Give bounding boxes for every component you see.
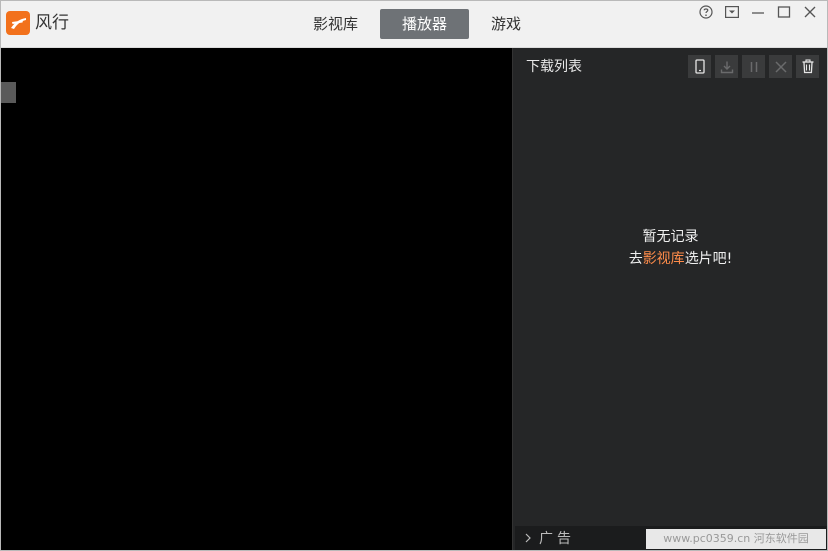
- download-button[interactable]: [715, 55, 738, 78]
- close-button[interactable]: [799, 3, 821, 21]
- menu-dropdown-icon: [725, 6, 739, 18]
- download-toolbar: [688, 55, 819, 78]
- download-list-title: 下载列表: [526, 59, 582, 75]
- minimize-button[interactable]: [747, 3, 769, 21]
- empty-state-line1: 暂无记录: [642, 229, 699, 245]
- chevron-right-icon: [525, 533, 531, 543]
- empty-state-suffix: 选片吧!: [684, 251, 733, 267]
- close-icon: [804, 6, 816, 18]
- title-bar: 风行 影视库 播放器 游戏: [1, 1, 827, 48]
- download-panel: 下载列表 暂无记录 去影视库选片吧! 广告 www.pc0359.cn 河东软件…: [512, 48, 827, 550]
- pause-icon: [750, 61, 757, 72]
- go-to-library-link[interactable]: 影视库: [643, 251, 685, 267]
- ad-label: 广告: [539, 531, 575, 547]
- help-icon: [699, 5, 713, 19]
- menu-button[interactable]: [721, 3, 743, 21]
- watermark: www.pc0359.cn 河东软件园: [646, 529, 826, 549]
- window-controls: [695, 3, 821, 21]
- trash-icon: [802, 59, 813, 74]
- maximize-button[interactable]: [773, 3, 795, 21]
- app-title: 风行: [35, 13, 69, 33]
- help-button[interactable]: [695, 3, 717, 21]
- cancel-icon: [774, 60, 787, 73]
- ad-bar[interactable]: 广告 www.pc0359.cn 河东软件园: [515, 526, 827, 550]
- tab-library[interactable]: 影视库: [301, 9, 370, 39]
- maximize-icon: [777, 6, 791, 18]
- app-window: 风行 影视库 播放器 游戏 下载列表 暂无记录 去影视库选片吧! 广告 www.…: [0, 0, 828, 551]
- phone-icon: [694, 59, 705, 74]
- delete-button[interactable]: [796, 55, 819, 78]
- phone-transfer-button[interactable]: [688, 55, 711, 78]
- empty-state-line2: 去影视库选片吧!: [533, 248, 827, 270]
- main-tabs: 影视库 播放器 游戏: [301, 9, 543, 39]
- cancel-download-button[interactable]: [769, 55, 792, 78]
- empty-state-prefix: 去: [628, 251, 643, 267]
- minimize-icon: [752, 12, 764, 14]
- tab-games[interactable]: 游戏: [479, 9, 533, 39]
- fengxing-logo-icon: [6, 11, 30, 35]
- tab-player[interactable]: 播放器: [380, 9, 470, 39]
- video-player-area[interactable]: [1, 48, 512, 550]
- sidebar-toggle-handle[interactable]: [1, 82, 16, 103]
- pause-button[interactable]: [742, 55, 765, 78]
- empty-state-message: 暂无记录 去影视库选片吧!: [513, 226, 827, 270]
- download-icon: [720, 61, 733, 73]
